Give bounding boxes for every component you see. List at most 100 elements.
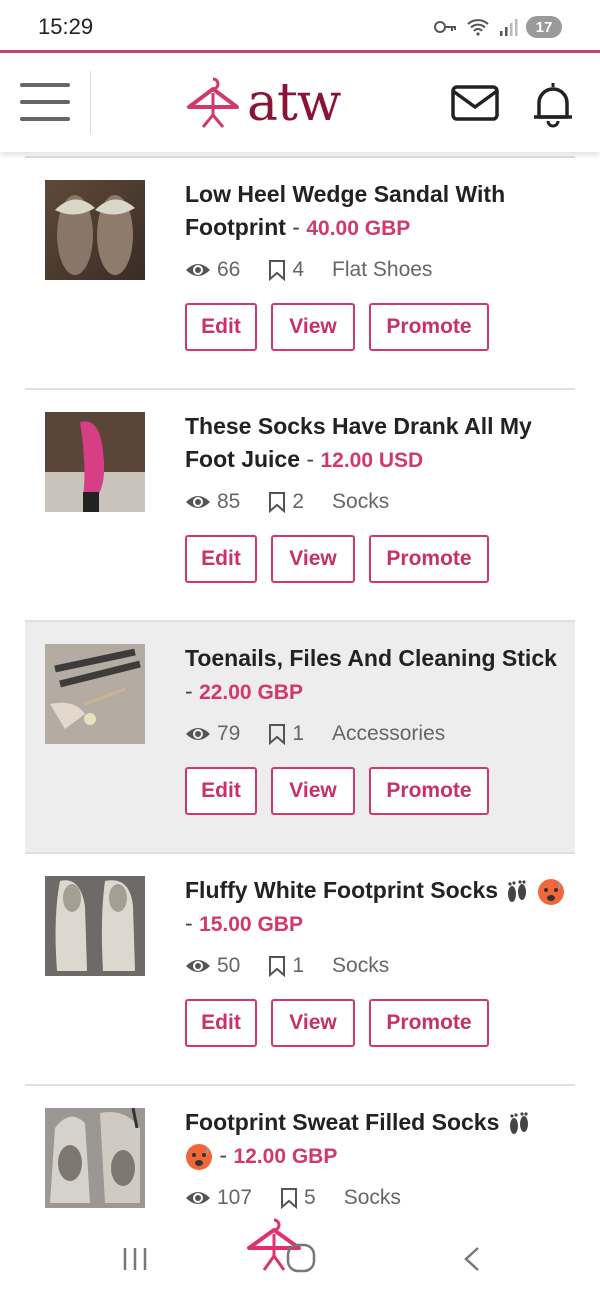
app-header: atw (0, 50, 600, 152)
promote-button[interactable]: Promote (369, 535, 489, 583)
views-count: 85 (217, 490, 241, 513)
recent-apps-icon[interactable] (122, 1246, 148, 1272)
bookmarks-count: 5 (304, 1186, 316, 1209)
listing-category: Accessories (332, 722, 446, 745)
view-button[interactable]: View (271, 535, 355, 583)
listing-price: 40.00 GBP (306, 217, 411, 240)
price-separator: - (219, 1142, 228, 1168)
listing-thumbnail[interactable] (45, 180, 145, 280)
atw-logo[interactable]: atw (185, 73, 341, 133)
views-count: 79 (217, 722, 241, 745)
listing-title[interactable]: Low Heel Wedge Sandal With Footprint - 4… (185, 178, 565, 245)
listing-body: These Socks Have Drank All My Foot Juice… (185, 410, 565, 583)
bookmark-icon (269, 724, 286, 745)
listing-stats: 66 4 Flat Shoes (185, 255, 565, 285)
edit-button[interactable]: Edit (185, 767, 257, 815)
hot-face-icon (186, 1143, 212, 1170)
listing-title[interactable]: Fluffy White Footprint Socks - 15.00 GBP (185, 874, 565, 941)
listing-price: 12.00 USD (320, 449, 424, 472)
edit-button[interactable]: Edit (185, 535, 257, 583)
listing-actions: Edit View Promote (185, 999, 565, 1047)
listing-category: Socks (332, 954, 390, 977)
hamburger-menu-button[interactable] (20, 83, 70, 123)
price-separator: - (306, 446, 315, 472)
bookmarks-count: 4 (292, 258, 305, 281)
menu-line (20, 100, 70, 104)
listing-item: These Socks Have Drank All My Foot Juice… (25, 388, 575, 620)
listing-stats: 79 1 Accessories (185, 719, 565, 749)
listing-title[interactable]: These Socks Have Drank All My Foot Juice… (185, 410, 565, 477)
header-divider (90, 71, 91, 135)
wifi-icon (467, 19, 489, 36)
views-count: 107 (217, 1186, 253, 1209)
back-icon[interactable] (462, 1246, 482, 1272)
views-stat: 79 (185, 722, 240, 746)
listing-thumbnail[interactable] (45, 412, 145, 512)
footprints-icon (509, 1112, 528, 1134)
view-button[interactable]: View (271, 999, 355, 1047)
listing-body: Toenails, Files And Cleaning Stick - 22.… (185, 642, 565, 815)
price-separator: - (185, 910, 193, 936)
eye-icon (186, 264, 210, 276)
bookmarks-stat: 1 (268, 954, 304, 978)
status-icons: 17 (434, 16, 562, 38)
bell-icon[interactable] (528, 79, 578, 129)
listing-item-highlighted: Toenails, Files And Cleaning Stick - 22.… (25, 620, 575, 852)
listing-actions: Edit View Promote (185, 767, 565, 815)
listing-title-text: Fluffy White Footprint Socks (185, 877, 499, 903)
footprints-icon (508, 880, 527, 902)
menu-line (20, 83, 70, 87)
bookmark-icon (269, 956, 286, 977)
eye-icon (186, 496, 210, 508)
logo-text: atw (247, 73, 341, 133)
listing-item: Fluffy White Footprint Socks - 15.00 GBP… (25, 852, 575, 1084)
bookmarks-stat: 1 (268, 722, 304, 746)
listing-thumbnail[interactable] (45, 1108, 145, 1208)
listing-thumbnail[interactable] (45, 876, 145, 976)
mail-icon[interactable] (450, 83, 500, 123)
bookmarks-count: 2 (292, 490, 305, 513)
bookmarks-count: 1 (292, 722, 305, 745)
promote-button[interactable]: Promote (369, 767, 489, 815)
bookmark-icon (269, 260, 286, 281)
listing-price: 22.00 GBP (199, 681, 303, 704)
price-separator: - (292, 214, 300, 240)
promote-button[interactable]: Promote (369, 303, 489, 351)
listing-thumbnail[interactable] (45, 644, 145, 744)
bookmarks-stat: 4 (268, 258, 304, 282)
bookmark-icon (269, 492, 286, 513)
listing-title-text: Footprint Sweat Filled Socks (185, 1109, 500, 1135)
bookmarks-stat: 5 (280, 1186, 316, 1210)
listing-list: Low Heel Wedge Sandal With Footprint - 4… (25, 156, 575, 1300)
listing-title[interactable]: Toenails, Files And Cleaning Stick - 22.… (185, 642, 565, 709)
bookmark-icon (281, 1188, 298, 1209)
views-stat: 66 (185, 258, 240, 282)
bookmarks-stat: 2 (268, 490, 304, 514)
bookmarks-count: 1 (292, 954, 305, 977)
listing-item: Low Heel Wedge Sandal With Footprint - 4… (25, 156, 575, 388)
edit-button[interactable]: Edit (185, 303, 257, 351)
signal-icon (500, 19, 518, 36)
listing-price: 15.00 GBP (199, 913, 303, 936)
listing-body: Low Heel Wedge Sandal With Footprint - 4… (185, 178, 565, 351)
eye-icon (186, 728, 210, 740)
price-separator: - (185, 678, 193, 704)
status-bar: 15:29 17 (0, 0, 600, 52)
listing-category: Socks (332, 490, 390, 513)
edit-button[interactable]: Edit (185, 999, 257, 1047)
eye-icon (186, 1192, 210, 1204)
listing-actions: Edit View Promote (185, 535, 565, 583)
listing-actions: Edit View Promote (185, 303, 565, 351)
listing-category: Flat Shoes (332, 258, 433, 281)
hanger-logo-icon (187, 77, 239, 128)
battery-icon: 17 (526, 16, 562, 38)
view-button[interactable]: View (271, 767, 355, 815)
listing-title[interactable]: Footprint Sweat Filled Socks - 12.00 GBP (185, 1106, 565, 1173)
menu-line (20, 117, 70, 121)
home-icon[interactable] (285, 1242, 317, 1274)
promote-button[interactable]: Promote (369, 999, 489, 1047)
listing-category: Socks (343, 1186, 401, 1209)
key-icon (434, 21, 456, 33)
listing-price: 12.00 GBP (233, 1145, 338, 1168)
view-button[interactable]: View (271, 303, 355, 351)
